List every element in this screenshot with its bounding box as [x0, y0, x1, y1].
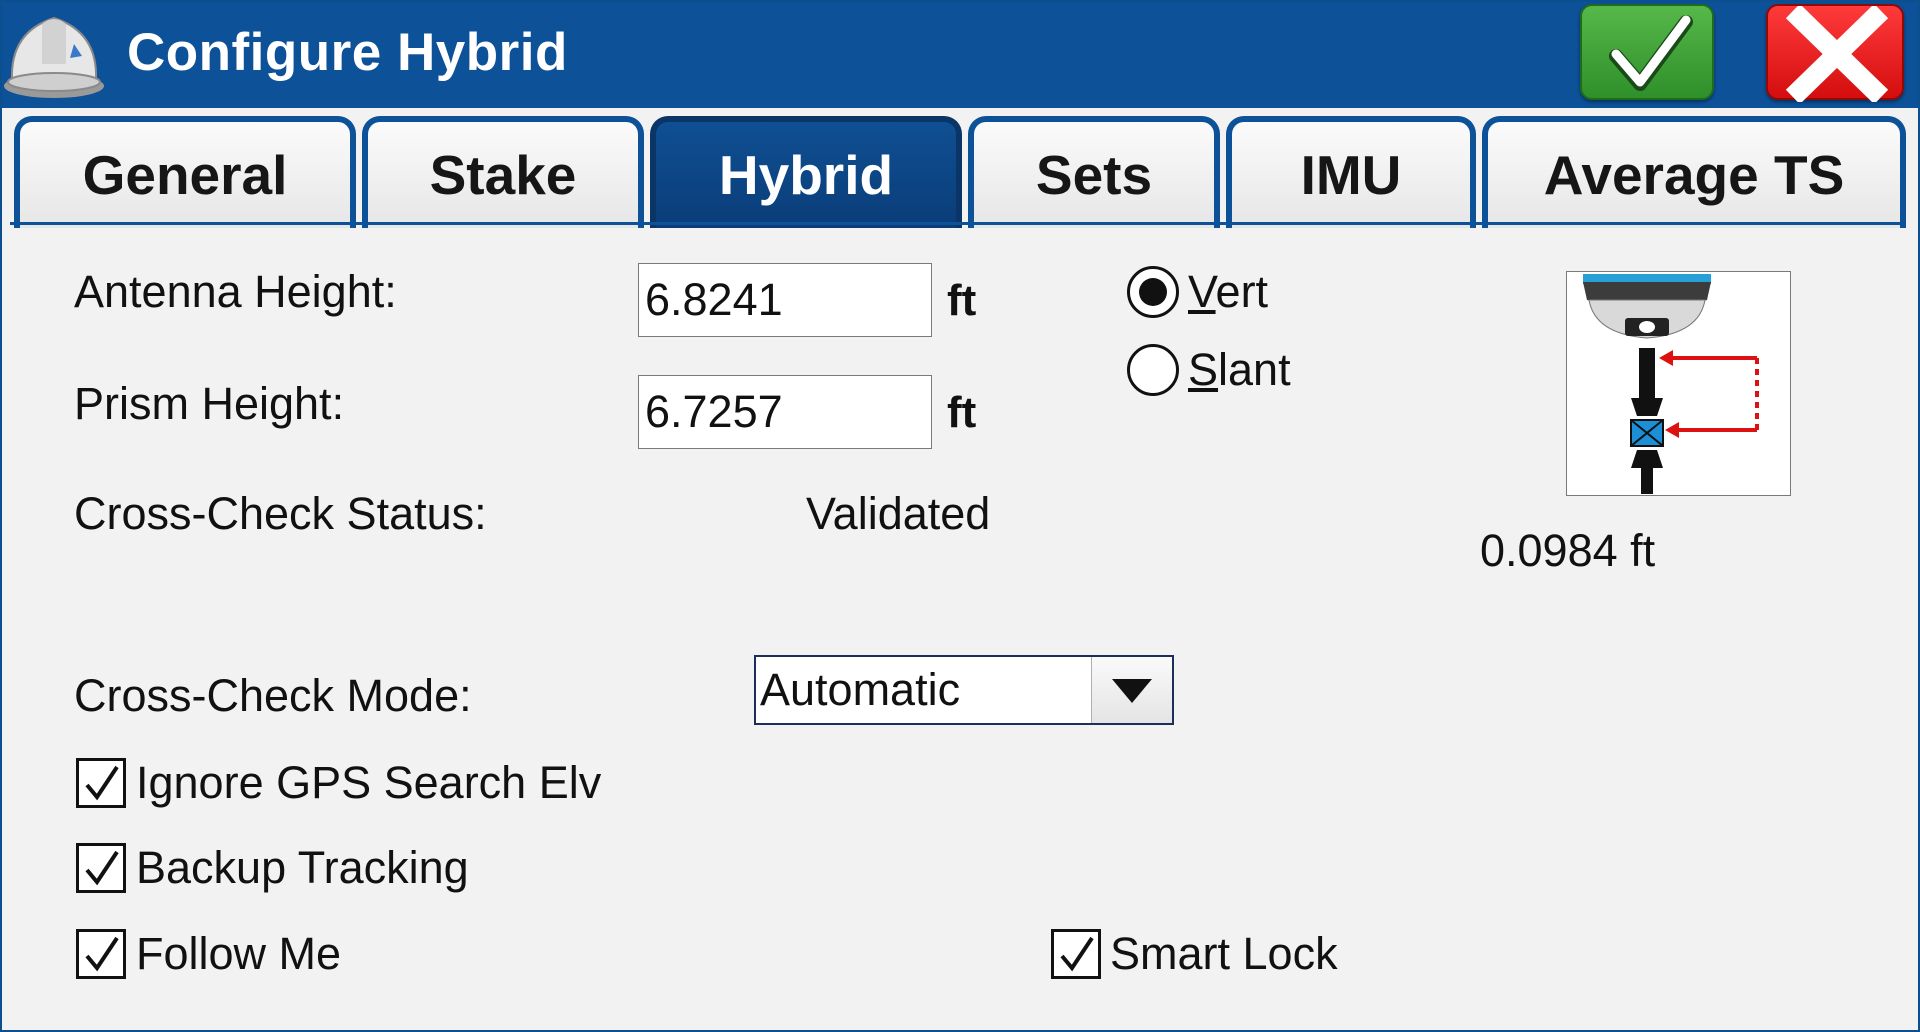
- offset-value: 0.0984 ft: [1480, 525, 1656, 576]
- backup-tracking-label[interactable]: Backup Tracking: [136, 842, 469, 894]
- backup-tracking-checkbox[interactable]: [76, 843, 126, 893]
- tab-imu[interactable]: IMU: [1226, 116, 1476, 228]
- checkmark-icon: [85, 765, 119, 801]
- checkmark-icon: [1609, 15, 1693, 91]
- cancel-button[interactable]: [1766, 4, 1904, 102]
- window-title: Configure Hybrid: [127, 23, 568, 82]
- checkmark-icon: [1060, 936, 1094, 972]
- antenna-height-input[interactable]: 6.8241: [638, 263, 932, 337]
- cross-check-status-value: Validated: [806, 488, 991, 539]
- radio-selected-dot: [1139, 278, 1167, 306]
- ok-button[interactable]: [1580, 4, 1714, 100]
- cross-check-mode-label: Cross-Check Mode:: [74, 670, 472, 721]
- cross-check-mode-selected: Automatic: [760, 664, 961, 715]
- slant-radio[interactable]: [1127, 344, 1179, 396]
- ignore-gps-checkbox[interactable]: [76, 758, 126, 808]
- tab-sets[interactable]: Sets: [968, 116, 1220, 228]
- antenna-height-label: Antenna Height:: [74, 266, 397, 317]
- chevron-down-icon: [1112, 679, 1152, 703]
- tab-hybrid[interactable]: Hybrid: [650, 116, 962, 228]
- follow-me-checkbox[interactable]: [76, 929, 126, 979]
- x-icon: [1785, 6, 1889, 102]
- smart-lock-label[interactable]: Smart Lock: [1110, 928, 1338, 980]
- ignore-gps-label[interactable]: Ignore GPS Search Elv: [136, 757, 601, 809]
- checkmark-icon: [85, 850, 119, 886]
- cross-check-status-label: Cross-Check Status:: [74, 488, 487, 539]
- height-diagram-image: [1566, 271, 1791, 496]
- prism-height-input[interactable]: 6.7257: [638, 375, 932, 449]
- tab-underline: [10, 222, 1906, 225]
- prism-height-label: Prism Height:: [74, 378, 345, 429]
- hard-hat-icon: [4, 16, 104, 98]
- title-bar: Configure Hybrid: [0, 0, 1920, 108]
- checkmark-icon: [85, 936, 119, 972]
- tab-general[interactable]: General: [14, 116, 356, 228]
- tab-stake[interactable]: Stake: [362, 116, 644, 228]
- slant-radio-label[interactable]: Slant: [1188, 344, 1291, 396]
- smart-lock-checkbox[interactable]: [1051, 929, 1101, 979]
- gnss-prism-diagram-icon: [1583, 274, 1759, 494]
- prism-height-unit: ft: [947, 388, 977, 437]
- cross-check-mode-select[interactable]: Automatic: [754, 655, 1174, 725]
- vert-radio-label[interactable]: Vert: [1188, 266, 1268, 318]
- dropdown-arrow-button[interactable]: [1091, 657, 1172, 723]
- vert-radio[interactable]: [1127, 266, 1179, 318]
- follow-me-label[interactable]: Follow Me: [136, 928, 341, 980]
- antenna-height-unit: ft: [947, 276, 977, 325]
- tab-average-ts[interactable]: Average TS: [1482, 116, 1906, 228]
- tab-bar: General Stake Hybrid Sets IMU Average TS: [0, 108, 1920, 228]
